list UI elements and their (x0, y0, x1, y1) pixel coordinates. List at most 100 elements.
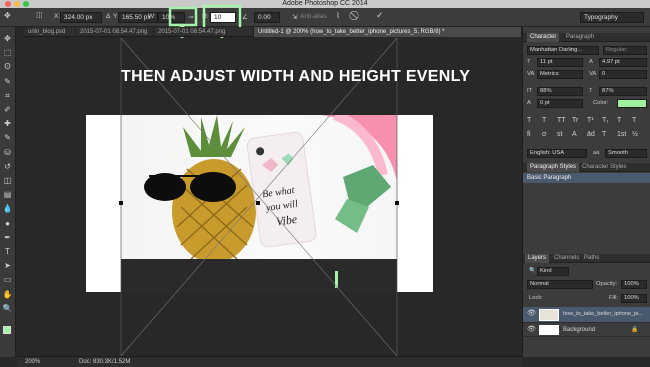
zoom-level[interactable]: 200% (25, 357, 40, 367)
foreground-color-swatch[interactable] (3, 326, 11, 334)
type-style-button[interactable]: T (632, 117, 636, 124)
tracking-field[interactable]: 0 (599, 70, 647, 79)
visibility-eye-icon[interactable]: 👁 (527, 323, 536, 336)
doc-size[interactable]: Doc: 830.3K/1.52M (79, 357, 130, 367)
clone-stamp-tool-icon[interactable]: ⛁ (2, 147, 13, 158)
kerning-field[interactable]: Metrics (537, 70, 583, 79)
tab-document-active[interactable]: Untitled-1 @ 200% (how_to_take_better_ip… (254, 27, 522, 37)
type-tool-icon[interactable]: T (2, 246, 13, 257)
healing-brush-tool-icon[interactable]: ✚ (2, 118, 13, 129)
visibility-eye-icon[interactable]: 👁 (527, 307, 536, 320)
text-color-swatch[interactable] (617, 99, 647, 108)
tab-layers[interactable]: Layers (525, 254, 550, 263)
tab-document-1[interactable]: urlin_blog.psd (24, 27, 76, 37)
shape-tool-icon[interactable]: ▭ (2, 274, 13, 285)
fill-field[interactable]: 100% (621, 294, 647, 303)
tab-document-2[interactable]: 2015-07-01 08.54.47.png (76, 27, 154, 37)
instruction-overlay-text: THEN ADJUST WIDTH AND HEIGHT EVENLY (121, 68, 471, 85)
hand-tool-icon[interactable]: ✋ (2, 289, 13, 300)
delta-icon: Δ (106, 13, 111, 20)
tab-character-styles[interactable]: Character Styles (579, 163, 629, 172)
opentype-button[interactable]: A (572, 131, 577, 138)
blend-mode-select[interactable]: Normal (527, 280, 593, 289)
blur-tool-icon[interactable]: 💧 (2, 203, 13, 214)
layer-background[interactable]: 👁 Background 🔒 (523, 323, 650, 337)
lock-icon: 🔒 (631, 327, 639, 333)
commit-transform-icon[interactable]: ✓ (376, 10, 384, 21)
warp-icon[interactable]: ⌇ (336, 11, 340, 20)
path-select-tool-icon[interactable]: ➤ (2, 260, 13, 271)
layer-photo[interactable]: 👁 how_to_take_better_iphone_pi... (523, 307, 650, 323)
tracking-icon: VA (589, 71, 597, 77)
opentype-button[interactable]: ½ (632, 131, 638, 138)
angle-field[interactable]: 0.00 (254, 12, 280, 23)
leading-icon: A (589, 59, 593, 65)
font-style-select[interactable]: Regular (603, 46, 647, 55)
eraser-tool-icon[interactable]: ◫ (2, 175, 13, 186)
history-brush-tool-icon[interactable]: ↺ (2, 161, 13, 172)
transform-handle-right[interactable] (395, 201, 399, 205)
tab-channels[interactable]: Channels (551, 254, 582, 263)
character-panel-tabs: Character Paragraph (523, 33, 650, 42)
language-select[interactable]: English: USA (527, 149, 587, 158)
layer-name[interactable]: how_to_take_better_iphone_pi... (563, 308, 643, 321)
pen-tool-icon[interactable]: ✒ (2, 232, 13, 243)
type-style-button[interactable]: Tr (572, 117, 578, 124)
tab-paragraph-styles[interactable]: Paragraph Styles (527, 163, 580, 172)
color-label: Color: (593, 100, 609, 106)
gradient-tool-icon[interactable]: ▤ (2, 189, 13, 200)
transform-handle-left[interactable] (119, 201, 123, 205)
x-position-field[interactable]: 324.00 px (60, 12, 102, 23)
tab-document-3[interactable]: 2015-07-01 08.54.47.png (154, 27, 254, 37)
type-style-button[interactable]: T¹ (587, 117, 594, 124)
quick-select-tool-icon[interactable]: ✎ (2, 76, 13, 87)
tab-character[interactable]: Character (527, 33, 560, 42)
baseline-shift-field[interactable]: 0 pt (537, 99, 583, 108)
opentype-button[interactable]: st (557, 131, 562, 138)
type-style-button[interactable]: T (617, 117, 621, 124)
font-size-field[interactable]: 11 pt (537, 58, 583, 67)
antialias-label[interactable]: Anti-alias (300, 13, 327, 20)
close-window-button[interactable] (5, 1, 11, 7)
styles-panel-tabs: Paragraph Styles Character Styles (523, 163, 650, 172)
transform-center-point[interactable] (256, 201, 260, 205)
type-style-button[interactable]: TT (557, 117, 566, 124)
opacity-label: Opacity: (596, 281, 618, 287)
opentype-button[interactable]: 1st (617, 131, 626, 138)
zoom-window-button[interactable] (23, 1, 29, 7)
layer-name[interactable]: Background (563, 323, 595, 337)
tab-paragraph[interactable]: Paragraph (563, 33, 597, 42)
dodge-tool-icon[interactable]: ● (2, 218, 13, 229)
fill-label: Fill: (609, 295, 619, 301)
opentype-button[interactable]: T (602, 131, 606, 138)
style-item-basic-paragraph[interactable]: Basic Paragraph (523, 173, 650, 183)
tab-paths[interactable]: Paths (581, 254, 602, 263)
workspace-switcher[interactable]: Typography (580, 12, 644, 23)
interpolation-icon[interactable]: ⇲ (292, 13, 297, 21)
opentype-button[interactable]: fi (527, 131, 531, 138)
move-tool-icon[interactable]: ✥ (2, 33, 13, 44)
leading-field[interactable]: 4.97 pt (599, 58, 647, 67)
horizontal-scale-field[interactable]: 87% (599, 87, 647, 96)
type-style-button[interactable]: T₁ (602, 117, 609, 124)
zoom-tool-icon[interactable]: 🔍 (2, 303, 13, 314)
font-family-select[interactable]: Manhattan Darling... (527, 46, 599, 55)
minimize-window-button[interactable] (14, 1, 20, 7)
eyedropper-tool-icon[interactable]: ✐ (2, 104, 13, 115)
vertical-scale-field[interactable]: 88% (537, 87, 583, 96)
layers-panel-tabs: Layers Channels Paths (523, 254, 650, 263)
reference-point-icon[interactable]: ⁞⁞⁞ (36, 11, 43, 20)
marquee-tool-icon[interactable]: ⬚ (2, 47, 13, 58)
crop-tool-icon[interactable]: ⌗ (2, 90, 13, 101)
transform-icon[interactable]: ✥ (4, 11, 11, 20)
opentype-button[interactable]: σ (542, 131, 546, 138)
layer-filter-select[interactable]: Kind (537, 267, 569, 276)
antialias-select[interactable]: Smooth (605, 149, 647, 158)
opentype-button[interactable]: ād (587, 131, 595, 138)
type-style-button[interactable]: T (542, 117, 546, 124)
opacity-field[interactable]: 100% (621, 280, 647, 289)
lasso-tool-icon[interactable]: ʘ (2, 61, 13, 72)
type-style-button[interactable]: T (527, 117, 531, 124)
brush-tool-icon[interactable]: ✎ (2, 132, 13, 143)
canvas-area[interactable]: Be what you will Vibe THEN ADJUST WIDTH … (17, 38, 522, 356)
